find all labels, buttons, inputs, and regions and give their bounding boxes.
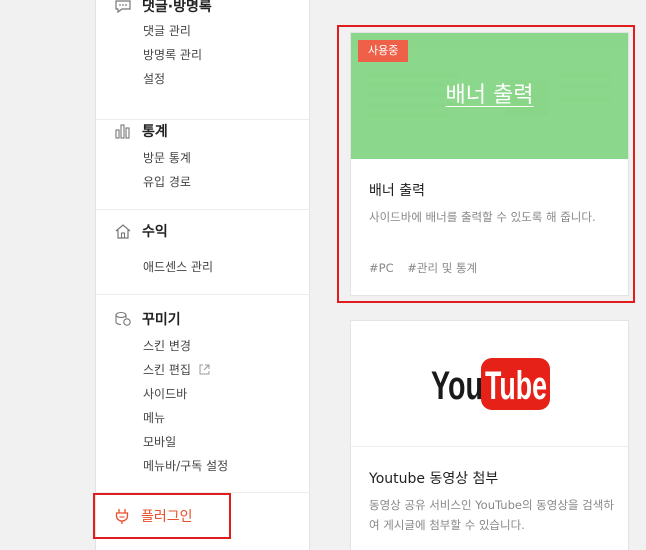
section-stats: 통계 방문 통계 유입 경로 xyxy=(96,120,309,210)
admin-sidebar: 댓글·방명록 댓글 관리 방명록 관리 설정 통계 방문 통계 유입 경로 수익… xyxy=(95,0,310,550)
youtube-logo-tube: Tube xyxy=(485,364,547,408)
section-comments: 댓글·방명록 댓글 관리 방명록 관리 설정 xyxy=(96,0,309,120)
external-link-icon xyxy=(199,364,210,375)
speech-bubble-icon xyxy=(115,0,131,14)
sidebar-item-menubar-subscribe[interactable]: 메뉴바/구독 설정 xyxy=(143,458,228,474)
plugin-card-youtube[interactable]: You Tube Youtube 동영상 첨부 동영상 공유 서비스인 YouT… xyxy=(350,320,629,550)
plugin-nav-highlight-box xyxy=(93,493,231,539)
sidebar-item-skin-edit-row[interactable]: 스킨 편집 xyxy=(143,362,210,378)
plugin-thumbnail-youtube: You Tube xyxy=(351,321,628,447)
section-design-header[interactable]: 꾸미기 xyxy=(114,309,181,329)
section-design: 꾸미기 스킨 변경 스킨 편집 사이드바 메뉴 모바일 메뉴바/구독 설정 xyxy=(96,295,309,493)
sidebar-item-comment-manage[interactable]: 댓글 관리 xyxy=(143,23,191,39)
sidebar-item-referrer[interactable]: 유입 경로 xyxy=(143,174,191,190)
sidebar-item-menu[interactable]: 메뉴 xyxy=(143,410,165,426)
section-revenue-header[interactable]: 수익 xyxy=(114,221,168,241)
sidebar-item-comment-settings[interactable]: 설정 xyxy=(143,71,165,87)
sidebar-item-adsense[interactable]: 애드센스 관리 xyxy=(143,259,213,275)
plugin-title-youtube: Youtube 동영상 첨부 xyxy=(369,471,499,487)
plugin-card-highlight-box xyxy=(337,25,635,303)
section-revenue-title: 수익 xyxy=(142,224,168,240)
section-stats-title: 통계 xyxy=(142,124,168,140)
section-revenue: 수익 애드센스 관리 xyxy=(96,210,309,295)
bar-chart-icon xyxy=(115,124,130,139)
sidebar-item-visit-stats[interactable]: 방문 통계 xyxy=(143,150,191,166)
section-comments-title: 댓글·방명록 xyxy=(142,0,212,15)
palette-icon xyxy=(115,311,131,326)
plugin-description-youtube: 동영상 공유 서비스인 YouTube의 동영상을 검색하여 게시글에 첨부할 … xyxy=(369,498,614,532)
section-comments-header[interactable]: 댓글·방명록 xyxy=(114,0,212,16)
youtube-logo: You Tube xyxy=(431,358,550,410)
youtube-logo-you: You xyxy=(431,364,483,408)
section-design-title: 꾸미기 xyxy=(142,312,181,328)
sidebar-item-skin-edit: 스킨 편집 xyxy=(143,363,191,377)
sidebar-item-guestbook-manage[interactable]: 방명록 관리 xyxy=(143,47,202,63)
sidebar-item-skin-change[interactable]: 스킨 변경 xyxy=(143,338,191,354)
home-icon xyxy=(115,224,131,239)
sidebar-item-sidebar[interactable]: 사이드바 xyxy=(143,386,187,402)
section-stats-header[interactable]: 통계 xyxy=(114,121,168,141)
sidebar-item-mobile[interactable]: 모바일 xyxy=(143,434,176,450)
